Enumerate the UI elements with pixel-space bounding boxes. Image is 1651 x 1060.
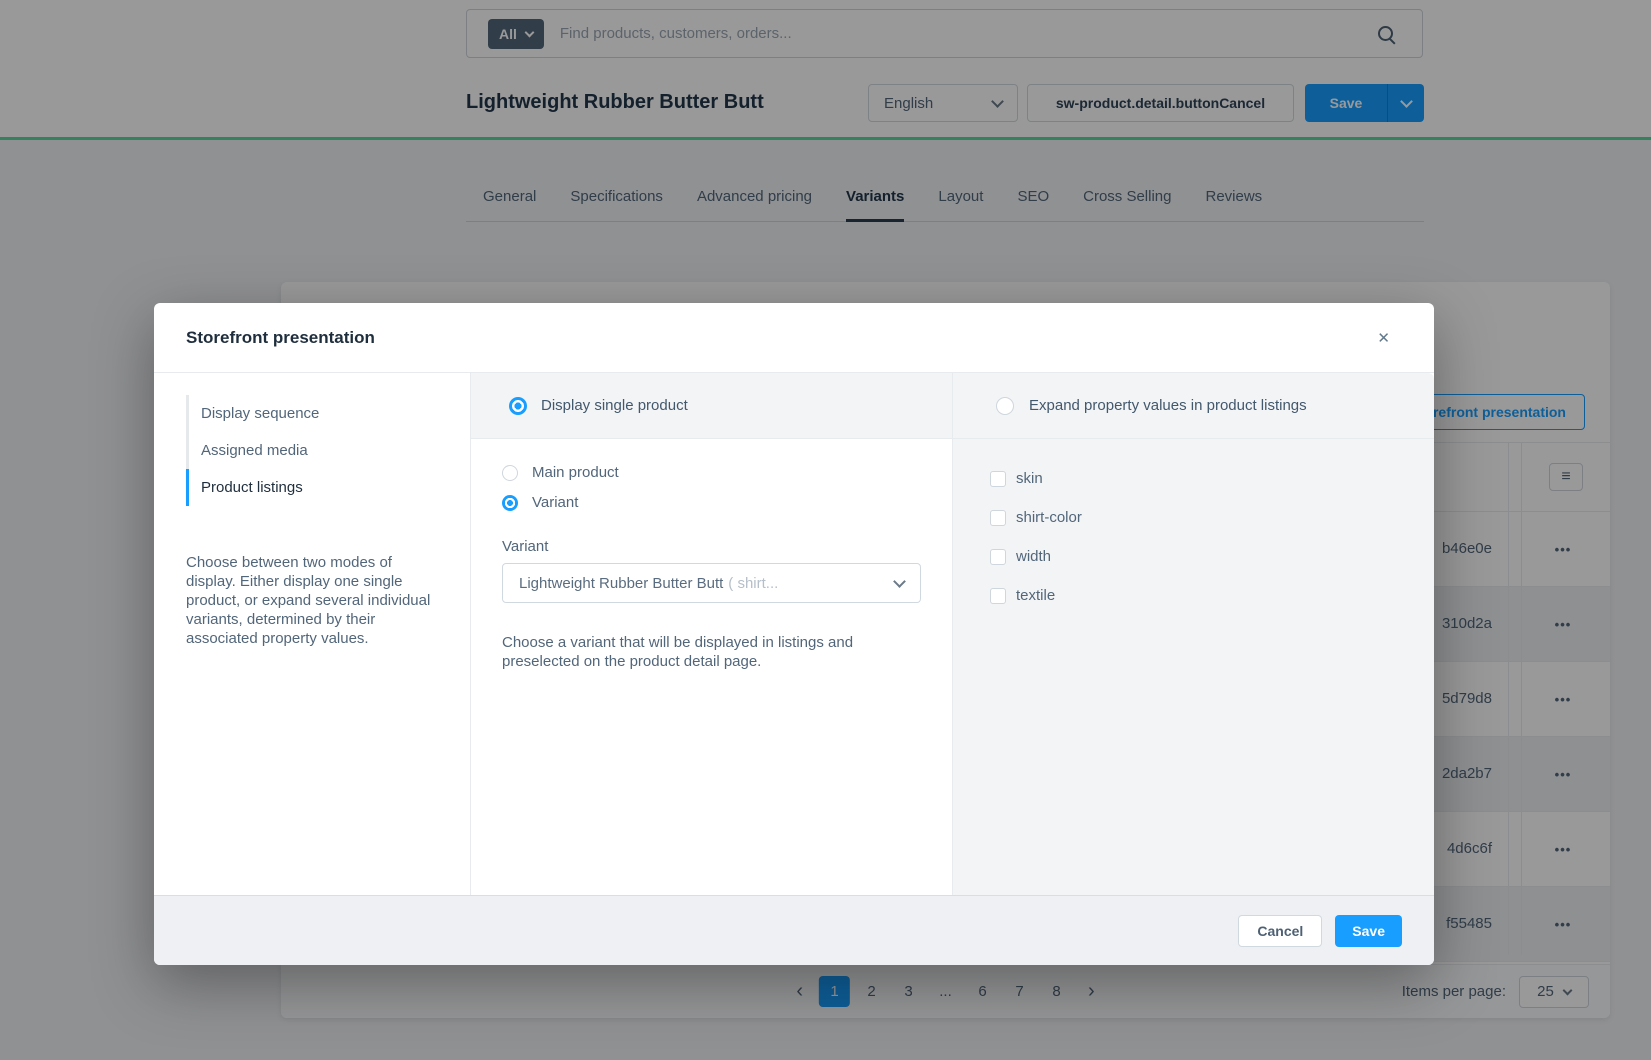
expand-properties-mode-header: Expand property values in product listin… <box>953 373 1434 439</box>
property-option-textile[interactable]: textile <box>990 587 1434 604</box>
storefront-presentation-modal: Storefront presentation ✕ Display sequen… <box>154 303 1434 965</box>
variant-radio[interactable] <box>502 495 518 511</box>
skin-checkbox[interactable] <box>990 471 1006 487</box>
variant-field-label: Variant <box>502 538 920 555</box>
mode-description: Choose between two modes of display. Eit… <box>186 553 438 648</box>
property-option-width[interactable]: width <box>990 548 1434 565</box>
expand-properties-panel: Expand property values in product listin… <box>953 373 1434 895</box>
display-single-product-radio[interactable] <box>509 397 527 415</box>
single-product-options: Main product Variant Variant Lightweight… <box>471 439 952 686</box>
property-option-skin[interactable]: skin <box>990 470 1434 487</box>
main-product-label: Main product <box>532 464 619 481</box>
shirt-color-checkbox[interactable] <box>990 510 1006 526</box>
textile-checkbox[interactable] <box>990 588 1006 604</box>
modal-cancel-button[interactable]: Cancel <box>1238 915 1322 947</box>
single-product-mode-header: Display single product <box>471 373 952 439</box>
property-label: width <box>1016 548 1051 565</box>
display-single-product-label: Display single product <box>541 397 688 414</box>
modal-title: Storefront presentation <box>186 328 375 348</box>
chevron-down-icon <box>893 575 906 588</box>
variant-select-value: Lightweight Rubber Butter Butt <box>519 575 723 592</box>
modal-footer: Cancel Save <box>154 895 1434 965</box>
variant-select[interactable]: Lightweight Rubber Butter Butt ( shirt..… <box>502 563 921 603</box>
property-label: textile <box>1016 587 1055 604</box>
sidebar-item-display-sequence[interactable]: Display sequence <box>186 395 470 432</box>
property-label: shirt-color <box>1016 509 1082 526</box>
main-product-radio[interactable] <box>502 465 518 481</box>
sidebar-item-product-listings[interactable]: Product listings <box>186 469 470 506</box>
modal-save-button[interactable]: Save <box>1335 915 1402 947</box>
variant-select-value-suffix: ( shirt... <box>728 575 778 592</box>
property-list: skin shirt-color width textile <box>953 439 1434 626</box>
modal-header: Storefront presentation ✕ <box>154 303 1434 373</box>
variant-help-text: Choose a variant that will be displayed … <box>502 633 904 671</box>
main-product-option[interactable]: Main product <box>502 464 920 481</box>
variant-option-label: Variant <box>532 494 578 511</box>
modal-body: Display sequence Assigned media Product … <box>154 373 1434 895</box>
close-icon[interactable]: ✕ <box>1373 325 1394 351</box>
sidebar-item-assigned-media[interactable]: Assigned media <box>186 432 470 469</box>
single-product-panel: Display single product Main product Vari… <box>471 373 953 895</box>
modal-nav: Display sequence Assigned media Product … <box>186 395 470 506</box>
property-label: skin <box>1016 470 1043 487</box>
property-option-shirt-color[interactable]: shirt-color <box>990 509 1434 526</box>
variant-option[interactable]: Variant <box>502 494 920 511</box>
width-checkbox[interactable] <box>990 549 1006 565</box>
modal-sidebar: Display sequence Assigned media Product … <box>154 373 471 895</box>
expand-properties-label: Expand property values in product listin… <box>1029 397 1307 414</box>
expand-properties-radio[interactable] <box>996 397 1014 415</box>
